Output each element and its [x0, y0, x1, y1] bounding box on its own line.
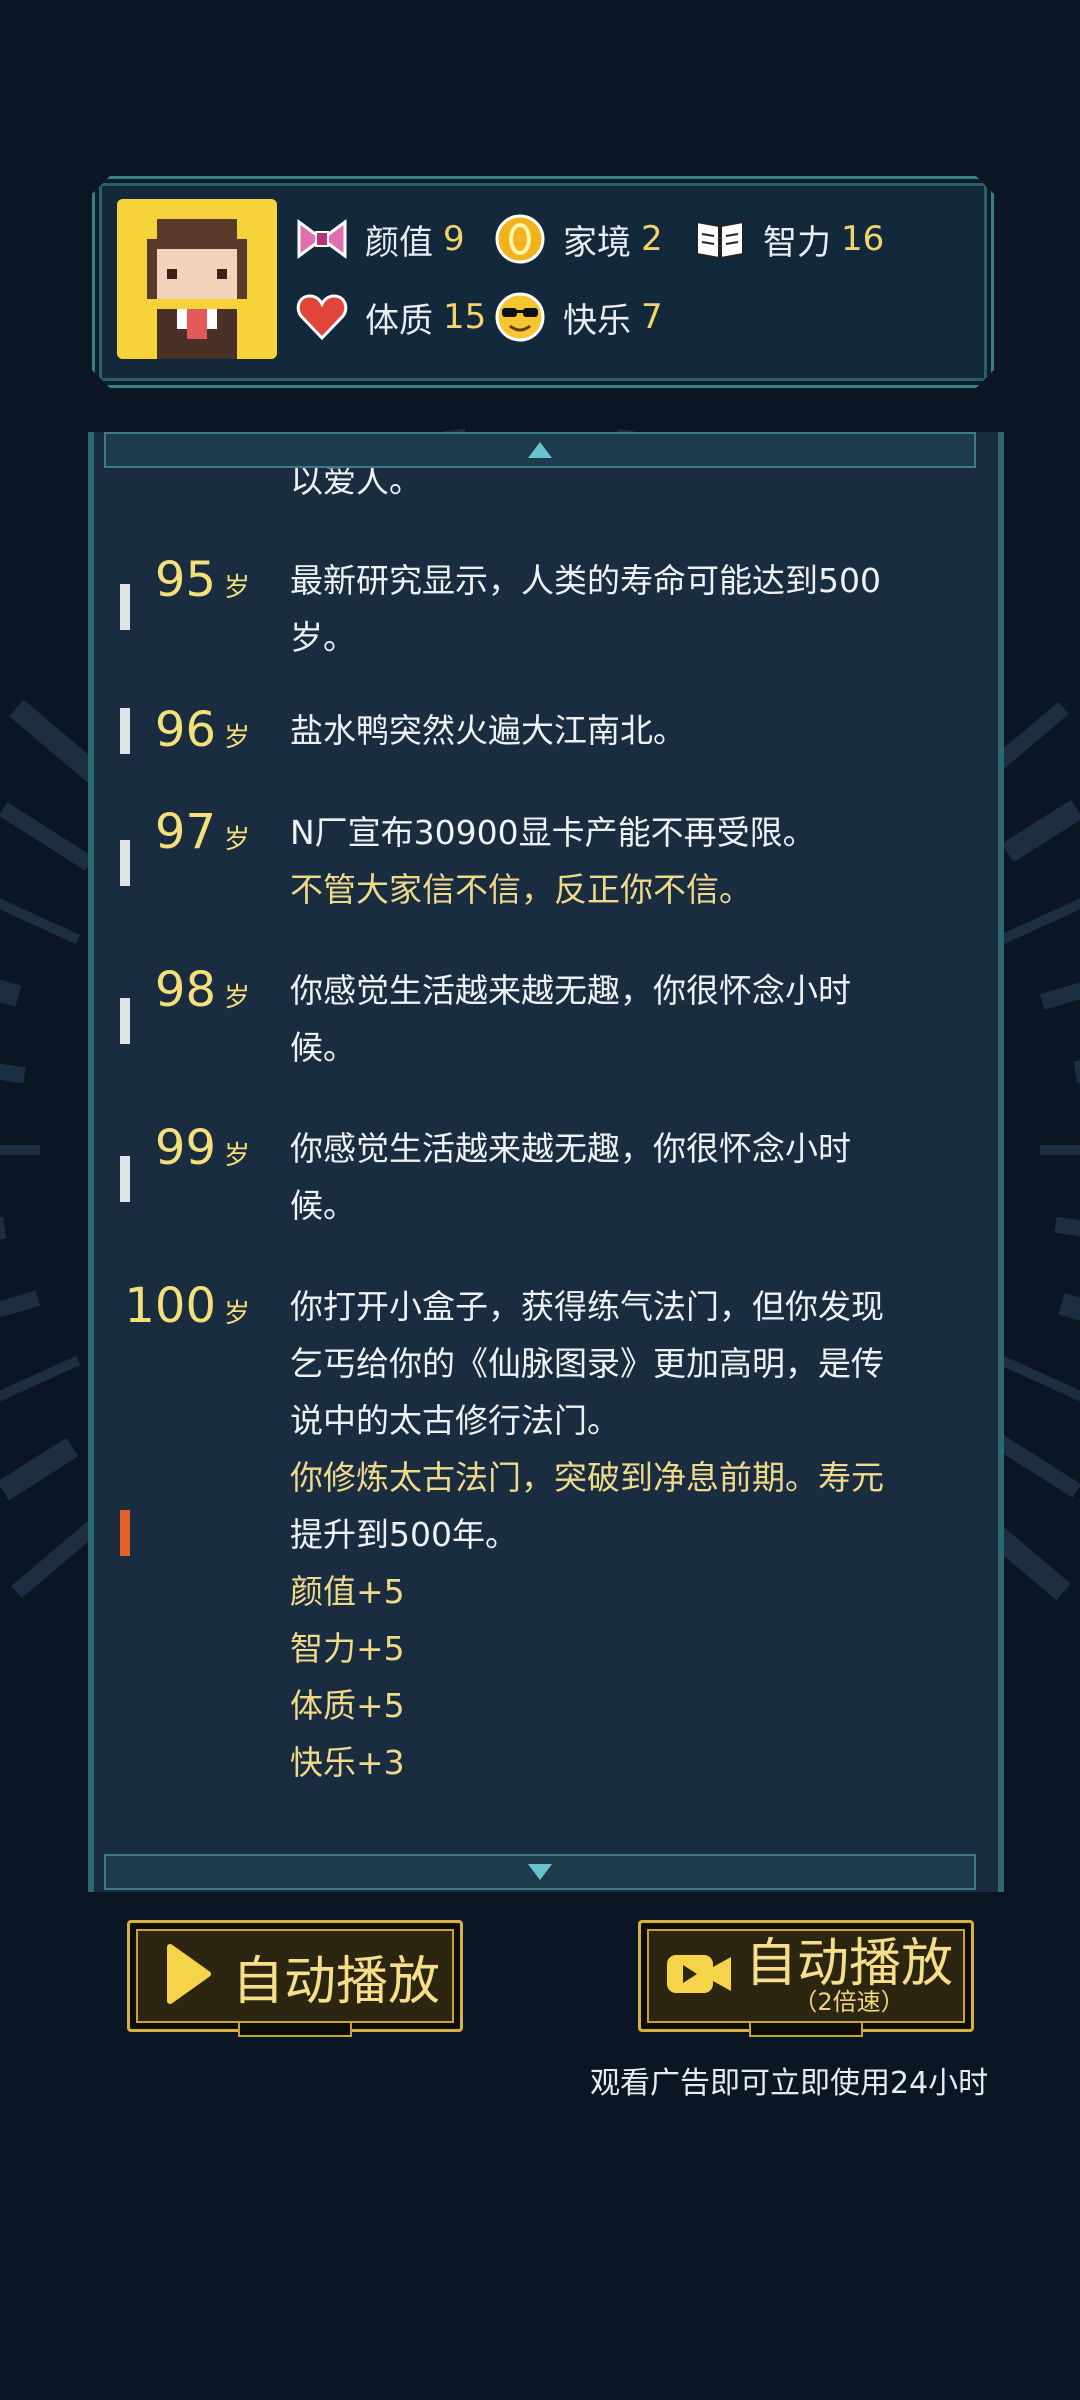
bg-ray [999, 1355, 1080, 1402]
entry-marker-highlight [120, 1510, 130, 1556]
entry-line: 候。 [290, 1028, 356, 1067]
bg-ray [999, 898, 1080, 945]
sunglasses-icon [493, 290, 547, 344]
entry-marker [120, 708, 130, 754]
bg-ray [1058, 1293, 1080, 1321]
stat-appearance: 颜值 9 [295, 209, 465, 269]
entry-line: 候。 [290, 1186, 356, 1225]
stat-bonus: 体质+5 [290, 1686, 405, 1725]
entry-marker [120, 1156, 130, 1202]
entry-marker [120, 998, 130, 1044]
entry-line: 岁。 [290, 618, 356, 657]
bg-ray [0, 802, 94, 871]
entry-line: 你感觉生活越来越无趣，你很怀念小时 [290, 1129, 851, 1168]
scroll-up-button[interactable] [104, 432, 976, 468]
autoplay-2x-label: 自动播放 [745, 1934, 954, 1994]
coin-icon [493, 212, 547, 266]
entry-age: 99 岁 [154, 1120, 250, 1176]
entry-age: 100 岁 [124, 1278, 250, 1334]
video-camera-icon [665, 1949, 735, 2003]
entry-age: 98 岁 [154, 962, 250, 1018]
stat-bonus: 快乐+3 [290, 1743, 405, 1782]
entry-line: 最新研究显示，人类的寿命可能达到500 [290, 561, 881, 600]
stat-physique: 体质 15 [295, 287, 486, 347]
scroll-down-button[interactable] [104, 1854, 976, 1890]
autoplay-label: 自动播放 [232, 1951, 441, 2012]
stat-family: 家境 2 [493, 209, 663, 269]
bg-ray [1001, 799, 1080, 863]
entry-age: 95 岁 [154, 552, 250, 608]
play-icon [164, 1943, 212, 2009]
heart-icon [295, 290, 349, 344]
bg-ray [0, 898, 81, 945]
entry-line: 你感觉生活越来越无趣，你很怀念小时 [290, 971, 851, 1010]
stat-happiness: 快乐 7 [493, 287, 663, 347]
stat-bonus: 颜值+5 [290, 1572, 405, 1611]
entry-line: 提升到500年。 [290, 1515, 518, 1554]
speed-note: （2倍速） [793, 1988, 905, 2016]
stats-panel: 颜值 9 家境 2 智力 16 体质 15 快乐 7 [92, 176, 994, 388]
entry-age: 96 岁 [154, 702, 250, 758]
entry-line: 盐水鸭突然火遍大江南北。 [290, 711, 686, 750]
entry-marker [120, 840, 130, 886]
entry-line: N厂宣布30900显卡产能不再受限。 [290, 813, 816, 852]
bg-ray [1040, 982, 1080, 1010]
bg-ray [0, 1216, 7, 1240]
arrow-down-icon [528, 1864, 552, 1880]
avatar [117, 199, 277, 359]
life-log-panel[interactable]: 以爱人。 95 岁 最新研究显示，人类的寿命可能达到500 岁。 96 岁 盐水鸭突… [88, 432, 1004, 1892]
entry-line: 你打开小盒子，获得练气法门，但你发现 [290, 1287, 884, 1326]
entry-line: 乞丐给你的《仙脉图录》更加高明，是传 [290, 1344, 884, 1383]
bg-ray [0, 1437, 79, 1501]
bow-icon [295, 212, 349, 266]
entry-line-highlight: 不管大家信不信，反正你不信。 [290, 870, 752, 909]
arrow-up-icon [528, 442, 552, 458]
book-icon [693, 212, 747, 266]
entry-marker [120, 584, 130, 630]
entry-age: 97 岁 [154, 804, 250, 860]
autoplay-button[interactable]: 自动播放 [127, 1920, 463, 2037]
ad-note: 观看广告即可立即使用24小时 [590, 2066, 989, 2101]
bg-ray [1073, 1060, 1080, 1084]
autoplay-2x-ad-button[interactable]: 自动播放 （2倍速） [638, 1920, 974, 2037]
stat-intelligence: 智力 16 [693, 209, 884, 269]
stat-bonus: 智力+5 [290, 1629, 405, 1668]
bg-ray [0, 1063, 26, 1084]
entry-line: 说中的太古修行法门。 [290, 1401, 620, 1440]
bg-ray [0, 1290, 40, 1318]
bg-ray [0, 979, 22, 1007]
bg-ray [0, 1355, 81, 1402]
entry-line-highlight: 你修炼太古法门，突破到净息前期。寿元 [290, 1458, 884, 1497]
bg-ray [1054, 1216, 1080, 1237]
